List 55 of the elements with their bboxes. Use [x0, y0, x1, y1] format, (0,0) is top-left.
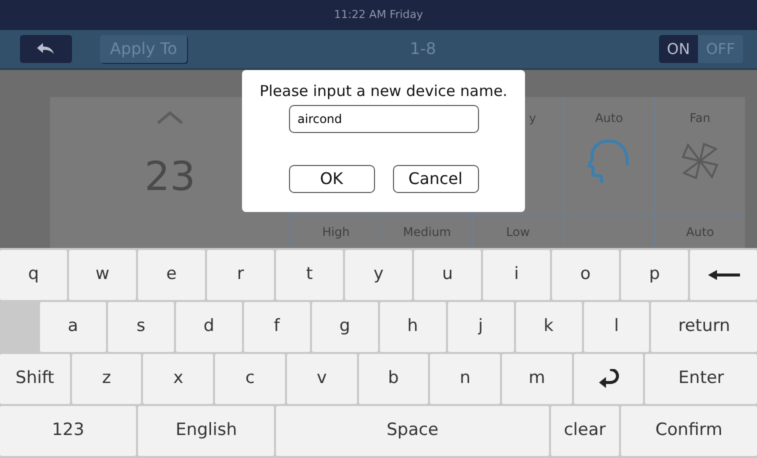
keyboard-key[interactable]: t: [276, 250, 343, 300]
keyboard-key[interactable]: g: [312, 302, 378, 352]
dialog-message: Please input a new device name.: [260, 81, 508, 102]
back-button[interactable]: [20, 35, 72, 63]
keyboard-key[interactable]: h: [380, 302, 446, 352]
mode-label: Fan: [690, 110, 710, 127]
keyboard-key[interactable]: b: [358, 354, 428, 404]
keyboard-key[interactable]: o: [552, 250, 619, 300]
keyboard-key[interactable]: c: [215, 354, 285, 404]
mode-label: Auto: [595, 110, 623, 127]
keyboard-key[interactable]: English: [138, 406, 274, 456]
enter-arrow-icon: [598, 368, 620, 389]
name-field[interactable]: aircond: [288, 105, 478, 133]
keyboard-key[interactable]: f: [244, 302, 310, 352]
keyboard-key[interactable]: k: [516, 302, 582, 352]
fan-speed-label: Low: [506, 224, 530, 241]
keyboard-key[interactable]: m: [502, 354, 572, 404]
keyboard-key[interactable]: p: [621, 250, 688, 300]
keyboard-key[interactable]: n: [430, 354, 500, 404]
fan-speed-label: High: [322, 224, 350, 241]
keyboard-key[interactable]: a: [40, 302, 106, 352]
mode-label: y: [529, 110, 536, 127]
header-title: 1-8: [410, 39, 436, 58]
backspace-key[interactable]: [690, 250, 757, 300]
keyboard-key[interactable]: i: [483, 250, 550, 300]
keyboard-key[interactable]: 123: [0, 406, 136, 456]
head-icon: [587, 139, 631, 185]
keyboard-key[interactable]: w: [69, 250, 136, 300]
keyboard-key[interactable]: Shift: [0, 354, 70, 404]
keyboard-key[interactable]: return: [651, 302, 757, 352]
keyboard-key[interactable]: y: [345, 250, 412, 300]
keyboard-key[interactable]: Space: [276, 406, 549, 456]
backspace-icon: [708, 270, 740, 280]
enter-key[interactable]: [574, 354, 644, 404]
keyboard-key[interactable]: j: [448, 302, 514, 352]
keyboard-key[interactable]: x: [143, 354, 214, 404]
fan-speed-label: Auto: [686, 224, 714, 241]
keyboard-key[interactable]: r: [207, 250, 274, 300]
keyboard-key[interactable]: u: [414, 250, 481, 300]
keyboard-key[interactable]: e: [138, 250, 205, 300]
fan-speed-label: Medium: [403, 224, 451, 241]
keyboard-key[interactable]: Confirm: [620, 406, 757, 456]
keyboard-key[interactable]: l: [584, 302, 650, 352]
keyboard-key[interactable]: Enter: [645, 354, 757, 404]
back-icon: [37, 43, 55, 55]
keyboard-key[interactable]: v: [286, 354, 357, 404]
dialog-button[interactable]: OK: [288, 165, 374, 193]
dialog-button[interactable]: Cancel: [392, 165, 478, 193]
keyboard-key[interactable]: z: [72, 354, 142, 404]
keyboard-key[interactable]: clear: [550, 406, 619, 456]
keyboard-key[interactable]: q: [0, 250, 67, 300]
status-time: 11:22 AM Friday: [334, 6, 424, 23]
keyboard-key[interactable]: d: [176, 302, 242, 352]
keyboard-key[interactable]: s: [108, 302, 174, 352]
power-toggle[interactable]: ON: [658, 35, 698, 63]
